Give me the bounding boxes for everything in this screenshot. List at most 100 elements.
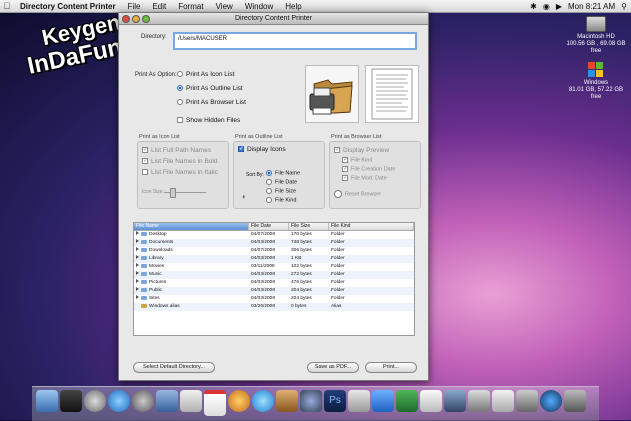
desktop-icon-macintosh-hd[interactable]: Macintosh HD 100.56 GB , 69.08 GB free [566, 16, 626, 55]
volume-icon[interactable]: ▶ [556, 2, 562, 11]
column-header-file-name[interactable]: File Name [134, 223, 249, 230]
disclosure-triangle-icon[interactable] [136, 247, 139, 251]
full-path-checkbox[interactable]: ✓ List Full Path Names [142, 147, 211, 154]
radio-browser-list[interactable]: Print As Browser List [177, 99, 246, 106]
table-row[interactable]: Desktop 04/07/2008 170 bytes Folder [134, 231, 414, 239]
checkbox-icon: ✓ [142, 147, 149, 154]
cell-date: 03/11/2008 [251, 264, 275, 269]
reset-browser-button[interactable]: Reset Browser [334, 190, 381, 198]
mod-date-checkbox[interactable]: ✓ File Mod. Date [342, 175, 387, 181]
disclosure-triangle-icon[interactable] [136, 263, 139, 267]
ical-icon[interactable] [204, 390, 226, 416]
display-icons-checkbox[interactable]: ✓ Display Icons [238, 146, 286, 153]
radio-icon-list[interactable]: Print As Icon List [177, 71, 234, 78]
file-kind-checkbox[interactable]: ✓ File Kind [342, 157, 372, 163]
sort-file-name-radio[interactable]: File Name [266, 170, 300, 176]
trash-icon[interactable] [564, 390, 586, 412]
italic-names-checkbox[interactable]: List File Names in Italic [142, 169, 218, 176]
disclosure-triangle-icon[interactable] [136, 239, 139, 243]
app-store-icon[interactable] [372, 390, 394, 412]
network-utility-icon[interactable] [132, 390, 154, 412]
globe-icon[interactable] [540, 390, 562, 412]
terminal-icon[interactable] [60, 390, 82, 412]
wifi-icon[interactable]: ◉ [543, 2, 550, 11]
table-row[interactable]: Downloads 04/07/2008 306 bytes Folder [134, 247, 414, 255]
menu-app-name[interactable]: Directory Content Printer [14, 2, 122, 11]
table-row[interactable]: Documents 04/03/2008 748 bytes Folder [134, 239, 414, 247]
radio-button-icon [266, 188, 272, 194]
disclosure-triangle-icon[interactable] [136, 295, 139, 299]
folder-icon [141, 287, 147, 292]
slider-thumb[interactable] [170, 188, 176, 198]
disclosure-triangle-icon[interactable] [136, 231, 139, 235]
bluetooth-icon[interactable]: ✱ [530, 2, 537, 11]
desktop-icon-windows[interactable]: Windows 81.01 GB, 57.22 GB free [566, 62, 626, 101]
menu-view[interactable]: View [210, 2, 239, 11]
select-default-directory-button[interactable]: Select Default Directory... [133, 362, 215, 373]
bold-names-checkbox[interactable]: ✓ List File Names in Bold [142, 158, 217, 165]
sort-order-icon[interactable]: ◐ [242, 192, 247, 201]
menu-window[interactable]: Window [239, 2, 279, 11]
cell-kind: Folder [331, 272, 345, 277]
table-row[interactable]: Pictures 04/03/2008 476 bytes Folder [134, 279, 414, 287]
numbers-icon[interactable] [396, 390, 418, 412]
preview-icon[interactable] [348, 390, 370, 412]
column-header-file-size[interactable]: File Size [289, 223, 329, 230]
table-row[interactable]: Movies 03/11/2008 102 bytes Folder [134, 263, 414, 271]
time-machine-icon[interactable] [300, 390, 322, 412]
address-book-icon[interactable] [180, 390, 202, 412]
safari-icon[interactable] [108, 390, 130, 412]
save-as-pdf-button[interactable]: Save as PDF... [307, 362, 359, 373]
desktop-icon-label: Macintosh HD [577, 34, 615, 40]
table-row[interactable]: Public 04/03/2008 204 bytes Folder [134, 287, 414, 295]
spotlight-icon[interactable]: ⚲ [621, 2, 627, 11]
window-titlebar[interactable]: Directory Content Printer [119, 13, 428, 25]
show-hidden-checkbox[interactable]: Show Hidden Files [177, 117, 240, 124]
menu-help[interactable]: Help [279, 2, 307, 11]
table-row[interactable]: Sites 04/03/2008 204 bytes Folder [134, 295, 414, 303]
sort-file-date-radio[interactable]: File Date [266, 179, 297, 185]
finder-icon[interactable] [36, 390, 58, 412]
apple-menu-icon[interactable]:  [0, 1, 14, 11]
column-header-file-kind[interactable]: File Kind [329, 223, 414, 230]
sort-file-size-radio[interactable]: File Size [266, 188, 296, 194]
mail-icon[interactable] [156, 390, 178, 412]
directory-field[interactable]: /Users/MACUSER [173, 32, 417, 50]
column-header-file-date[interactable]: File Date [249, 223, 289, 230]
photo-icon[interactable] [228, 390, 250, 412]
itunes-icon[interactable] [252, 390, 274, 412]
disclosure-triangle-icon[interactable] [136, 255, 139, 259]
downloads-stack-icon[interactable] [516, 390, 538, 412]
radio-outline-list[interactable]: Print As Outline List [177, 85, 243, 92]
textedit-icon[interactable] [420, 390, 442, 412]
system-preferences-icon[interactable] [84, 390, 106, 412]
file-table[interactable]: File Name File Date File Size File Kind … [133, 222, 415, 336]
table-row[interactable]: Windows alias 03/26/2008 0 bytes Alias [134, 303, 414, 311]
desktop-icon-sub: 100.56 GB , 69.08 GB free [566, 41, 626, 54]
disclosure-triangle-icon[interactable] [136, 287, 139, 291]
disclosure-triangle-icon[interactable] [136, 279, 139, 283]
creation-date-checkbox[interactable]: ✓ File Creation Date [342, 166, 395, 172]
table-row[interactable]: Music 04/03/2008 272 bytes Folder [134, 271, 414, 279]
radio-label: Print As Browser List [186, 99, 246, 106]
photoshop-icon[interactable]: Ps [324, 390, 346, 412]
zoom-icon[interactable] [142, 15, 150, 23]
menu-clock[interactable]: Mon 8:21 AM [568, 2, 615, 11]
folder-icon [141, 271, 147, 276]
menu-format[interactable]: Format [172, 2, 209, 11]
close-icon[interactable] [122, 15, 130, 23]
table-body: Desktop 04/07/2008 170 bytes Folder Documen… [134, 231, 414, 311]
print-button[interactable]: Print... [365, 362, 417, 373]
display-preview-checkbox[interactable]: ✓ Display Preview [334, 147, 389, 154]
garageband-icon[interactable] [276, 390, 298, 412]
folder-icon [141, 247, 147, 252]
table-row[interactable]: Library 04/03/2008 1 KB Folder [134, 255, 414, 263]
checkbox-label: File Creation Date [351, 166, 396, 173]
utility-icon[interactable] [468, 390, 490, 412]
minimize-icon[interactable] [132, 15, 140, 23]
directory-printer-dock-icon[interactable] [444, 390, 466, 412]
disclosure-triangle-icon[interactable] [136, 271, 139, 275]
sort-file-kind-radio[interactable]: File Kind [266, 197, 296, 203]
document-icon[interactable] [492, 390, 514, 412]
cell-kind: Folder [331, 296, 345, 301]
